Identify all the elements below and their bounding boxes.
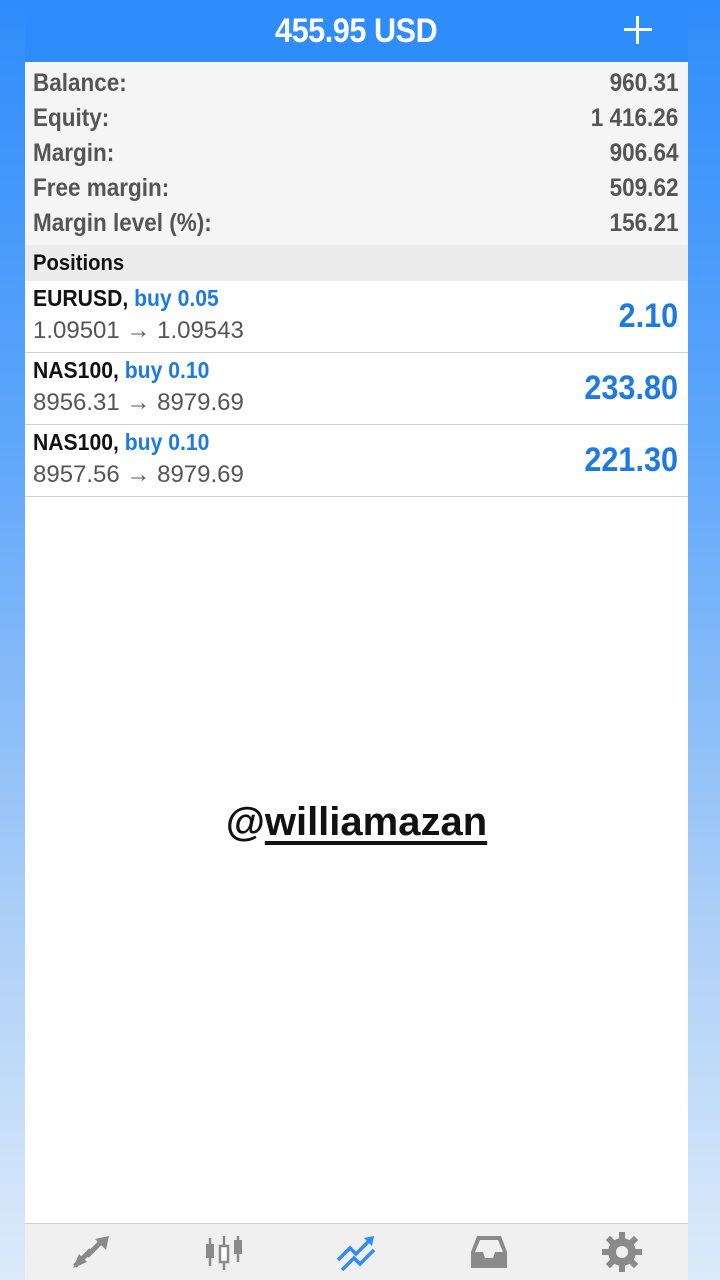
top-bar: 455.95 USD xyxy=(25,0,688,62)
position-prices: 8956.31 → 8979.69 xyxy=(33,389,244,416)
chart-candles-icon xyxy=(205,1236,242,1270)
account-summary: Balance: 960.31 Equity: 1 416.26 Margin:… xyxy=(25,62,688,245)
positions-header-label: Positions xyxy=(33,250,125,275)
position-type: buy 0.10 xyxy=(124,429,210,455)
equity-label: Equity: xyxy=(33,104,110,132)
balance-row: Balance: 960.31 xyxy=(25,66,688,101)
position-prices: 1.09501 → 1.09543 xyxy=(33,317,244,344)
watermark-at: @ xyxy=(225,800,265,844)
settings-gear-icon xyxy=(601,1232,642,1272)
free-margin-label: Free margin: xyxy=(33,174,170,202)
position-symbol: EURUSD, xyxy=(33,285,129,311)
position-symbol: NAS100, xyxy=(33,429,119,455)
tab-messages[interactable] xyxy=(459,1227,519,1277)
terminal-screen: 455.95 USD Balance: 960.31 Equity: 1 416… xyxy=(25,0,688,1280)
margin-row: Margin: 906.64 xyxy=(25,136,688,171)
position-type: buy 0.05 xyxy=(134,285,219,311)
tab-quotes[interactable] xyxy=(61,1227,121,1277)
trade-icon xyxy=(337,1236,376,1272)
position-type: buy 0.10 xyxy=(124,357,210,383)
bottom-tab-bar xyxy=(25,1223,688,1280)
balance-value: 960.31 xyxy=(609,69,678,97)
margin-value: 906.64 xyxy=(609,139,678,167)
tab-trade[interactable] xyxy=(326,1227,386,1277)
tab-settings[interactable] xyxy=(592,1227,652,1277)
inbox-icon xyxy=(471,1236,508,1268)
balance-label: Balance: xyxy=(33,69,127,97)
position-profit: 233.80 xyxy=(584,369,678,407)
free-margin-row: Free margin: 509.62 xyxy=(25,171,688,206)
position-title: NAS100, buy 0.10 xyxy=(33,429,209,456)
equity-value: 1 416.26 xyxy=(590,104,678,132)
tab-chart[interactable] xyxy=(194,1227,254,1277)
position-row[interactable]: EURUSD, buy 0.05 1.09501 → 1.09543 2.10 xyxy=(25,281,688,353)
username-watermark: @williamazan xyxy=(25,800,688,845)
equity-row: Equity: 1 416.26 xyxy=(25,101,688,136)
position-title: NAS100, buy 0.10 xyxy=(33,357,209,384)
position-profit: 2.10 xyxy=(618,297,678,335)
position-row[interactable]: NAS100, buy 0.10 8956.31 → 8979.69 233.8… xyxy=(25,353,688,425)
margin-level-row: Margin level (%): 156.21 xyxy=(25,206,688,241)
position-title: EURUSD, buy 0.05 xyxy=(33,285,219,312)
margin-level-label: Margin level (%): xyxy=(33,209,212,237)
account-profit-title: 455.95 USD xyxy=(275,11,438,50)
position-symbol: NAS100, xyxy=(33,357,119,383)
position-prices: 8957.56 → 8979.69 xyxy=(33,461,244,488)
margin-label: Margin: xyxy=(33,139,115,167)
margin-level-value: 156.21 xyxy=(609,209,678,237)
position-profit: 221.30 xyxy=(584,441,678,479)
free-margin-value: 509.62 xyxy=(609,174,678,202)
watermark-handle: williamazan xyxy=(264,800,488,844)
quotes-arrows-icon xyxy=(73,1236,110,1268)
plus-icon[interactable] xyxy=(618,10,658,50)
positions-section-header: Positions xyxy=(25,245,688,281)
position-row[interactable]: NAS100, buy 0.10 8957.56 → 8979.69 221.3… xyxy=(25,425,688,497)
